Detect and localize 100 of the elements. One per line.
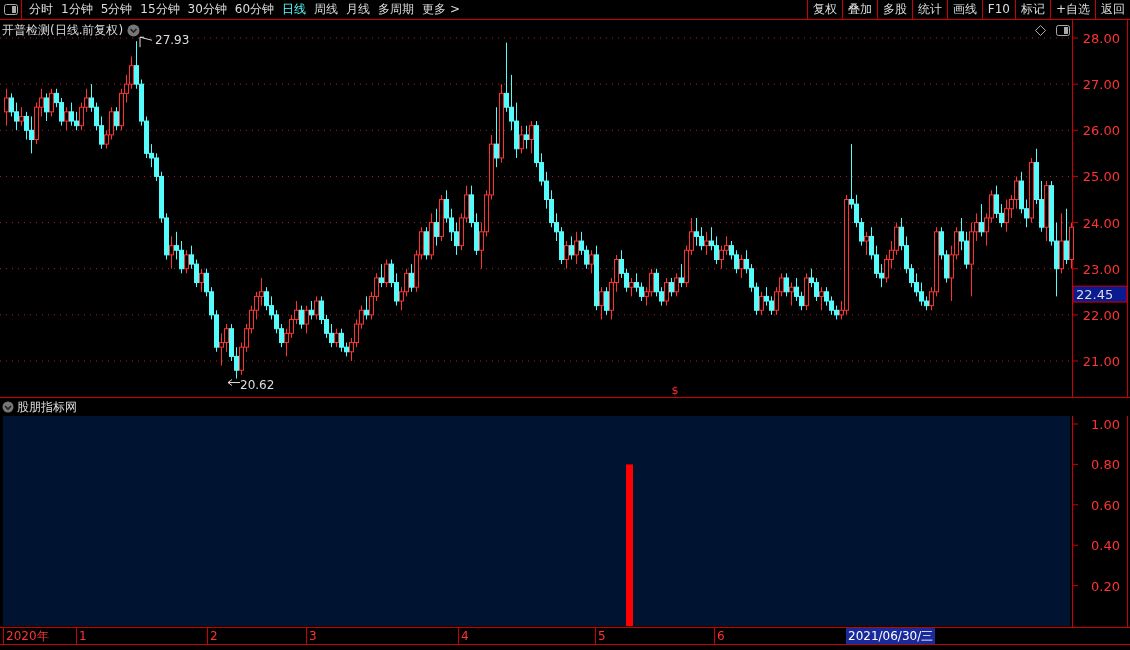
candlestick bbox=[1009, 194, 1014, 219]
candlestick bbox=[909, 263, 914, 288]
candlestick bbox=[524, 125, 529, 150]
candlestick bbox=[584, 245, 589, 270]
candlestick bbox=[314, 295, 319, 320]
candlestick bbox=[994, 185, 999, 219]
period-tab[interactable]: 5分钟 bbox=[96, 0, 137, 19]
candlestick bbox=[479, 222, 484, 270]
candlestick bbox=[79, 102, 84, 131]
candlestick bbox=[704, 231, 709, 256]
toolbar-button[interactable]: 复权 bbox=[806, 0, 842, 19]
candlestick bbox=[4, 88, 9, 127]
candlestick bbox=[364, 295, 369, 320]
candlestick bbox=[729, 240, 734, 260]
diamond-icon[interactable] bbox=[1035, 24, 1046, 36]
axis-tick-label: 0.20 bbox=[1091, 578, 1120, 594]
candlestick bbox=[199, 268, 204, 293]
candlestick bbox=[189, 245, 194, 270]
candlestick bbox=[744, 249, 749, 274]
toolbar-button[interactable]: 标记 bbox=[1014, 0, 1050, 19]
event-marker: $ bbox=[671, 384, 679, 397]
price-axis-label: 21.00 bbox=[1082, 354, 1120, 369]
candlestick bbox=[184, 249, 189, 274]
candlestick bbox=[504, 42, 509, 113]
candlestick bbox=[419, 226, 424, 260]
axis-tick-label: 1.00 bbox=[1091, 417, 1120, 432]
panel-toggle-icon[interactable] bbox=[1056, 24, 1070, 36]
candlestick bbox=[84, 88, 89, 113]
toolbar-button[interactable]: 叠加 bbox=[841, 0, 877, 19]
period-tab[interactable]: 日线 bbox=[278, 0, 311, 19]
candlestick bbox=[109, 106, 114, 141]
candlestick bbox=[529, 120, 534, 154]
candlestick bbox=[904, 235, 909, 274]
candlestick bbox=[154, 152, 159, 182]
candlestick bbox=[384, 258, 389, 288]
axis-tick-label: 0.40 bbox=[1091, 538, 1120, 554]
period-tab[interactable]: 更多 > bbox=[418, 0, 464, 19]
candlestick bbox=[949, 245, 954, 302]
candlestick bbox=[639, 282, 644, 302]
candlestick bbox=[44, 92, 49, 122]
candlestick bbox=[394, 272, 399, 307]
period-tab[interactable]: 周线 bbox=[310, 0, 343, 19]
candlestick bbox=[9, 92, 14, 117]
candlestick bbox=[339, 328, 344, 353]
candlestick bbox=[974, 212, 979, 242]
candlestick bbox=[89, 83, 94, 113]
cursor-date-label: 2021/06/30/三 bbox=[846, 628, 936, 644]
period-tab[interactable]: 1分钟 bbox=[57, 0, 97, 19]
candlestick bbox=[889, 240, 894, 270]
time-axis-label: 2020年 bbox=[3, 628, 49, 644]
candlestick bbox=[69, 102, 74, 127]
period-tab[interactable]: 60分钟 bbox=[230, 0, 279, 19]
candlestick bbox=[824, 286, 829, 307]
candlestick bbox=[234, 346, 239, 380]
price-axis-label: 26.00 bbox=[1082, 123, 1120, 139]
price-annotation: 20.62 bbox=[240, 377, 275, 392]
candlestick bbox=[134, 40, 139, 90]
candlestick bbox=[649, 268, 654, 297]
candlestick bbox=[359, 305, 364, 330]
toolbar-button[interactable]: 统计 bbox=[911, 0, 947, 19]
candlestick bbox=[304, 305, 309, 334]
toolbar-button[interactable]: F10 bbox=[981, 0, 1015, 19]
candlestick bbox=[769, 295, 774, 316]
candlestick bbox=[659, 286, 664, 307]
period-tab[interactable]: 月线 bbox=[342, 0, 375, 19]
candlestick bbox=[539, 152, 544, 187]
candlestick bbox=[1024, 199, 1029, 228]
toolbar-button[interactable]: 画线 bbox=[946, 0, 982, 19]
period-tab[interactable]: 15分钟 bbox=[136, 0, 184, 19]
candlestick bbox=[14, 102, 19, 131]
candlestick bbox=[879, 263, 884, 288]
candlestick bbox=[944, 249, 949, 284]
dropdown-icon[interactable] bbox=[2, 401, 14, 413]
candlestick bbox=[289, 314, 294, 339]
candlestick bbox=[624, 268, 629, 293]
candlestick bbox=[829, 295, 834, 316]
candlestick bbox=[24, 111, 29, 141]
toolbar-button[interactable]: 多股 bbox=[876, 0, 912, 19]
candlestick bbox=[274, 309, 279, 334]
price-annotation: 27.93 bbox=[155, 33, 190, 48]
candlestick bbox=[54, 88, 59, 108]
toolbar-button[interactable]: 返回 bbox=[1095, 0, 1130, 19]
leader-line bbox=[227, 379, 241, 387]
toolbar-button[interactable]: +自选 bbox=[1049, 0, 1095, 19]
candlestick bbox=[39, 88, 44, 117]
period-tab[interactable]: 分时 bbox=[25, 0, 57, 19]
candlestick bbox=[509, 74, 514, 131]
period-tab[interactable]: 多周期 bbox=[374, 0, 419, 19]
candlestick bbox=[854, 194, 859, 228]
axis-tick-label: 0.80 bbox=[1091, 457, 1120, 473]
dropdown-icon[interactable] bbox=[127, 23, 141, 37]
candlestick bbox=[669, 277, 674, 297]
candlestick bbox=[74, 111, 79, 131]
candlestick bbox=[914, 272, 919, 297]
period-tab[interactable]: 30分钟 bbox=[183, 0, 231, 19]
candlestick bbox=[269, 295, 274, 320]
leader-line bbox=[139, 36, 153, 48]
candlestick bbox=[449, 208, 454, 242]
candlestick bbox=[654, 268, 659, 297]
candlestick bbox=[349, 337, 354, 362]
